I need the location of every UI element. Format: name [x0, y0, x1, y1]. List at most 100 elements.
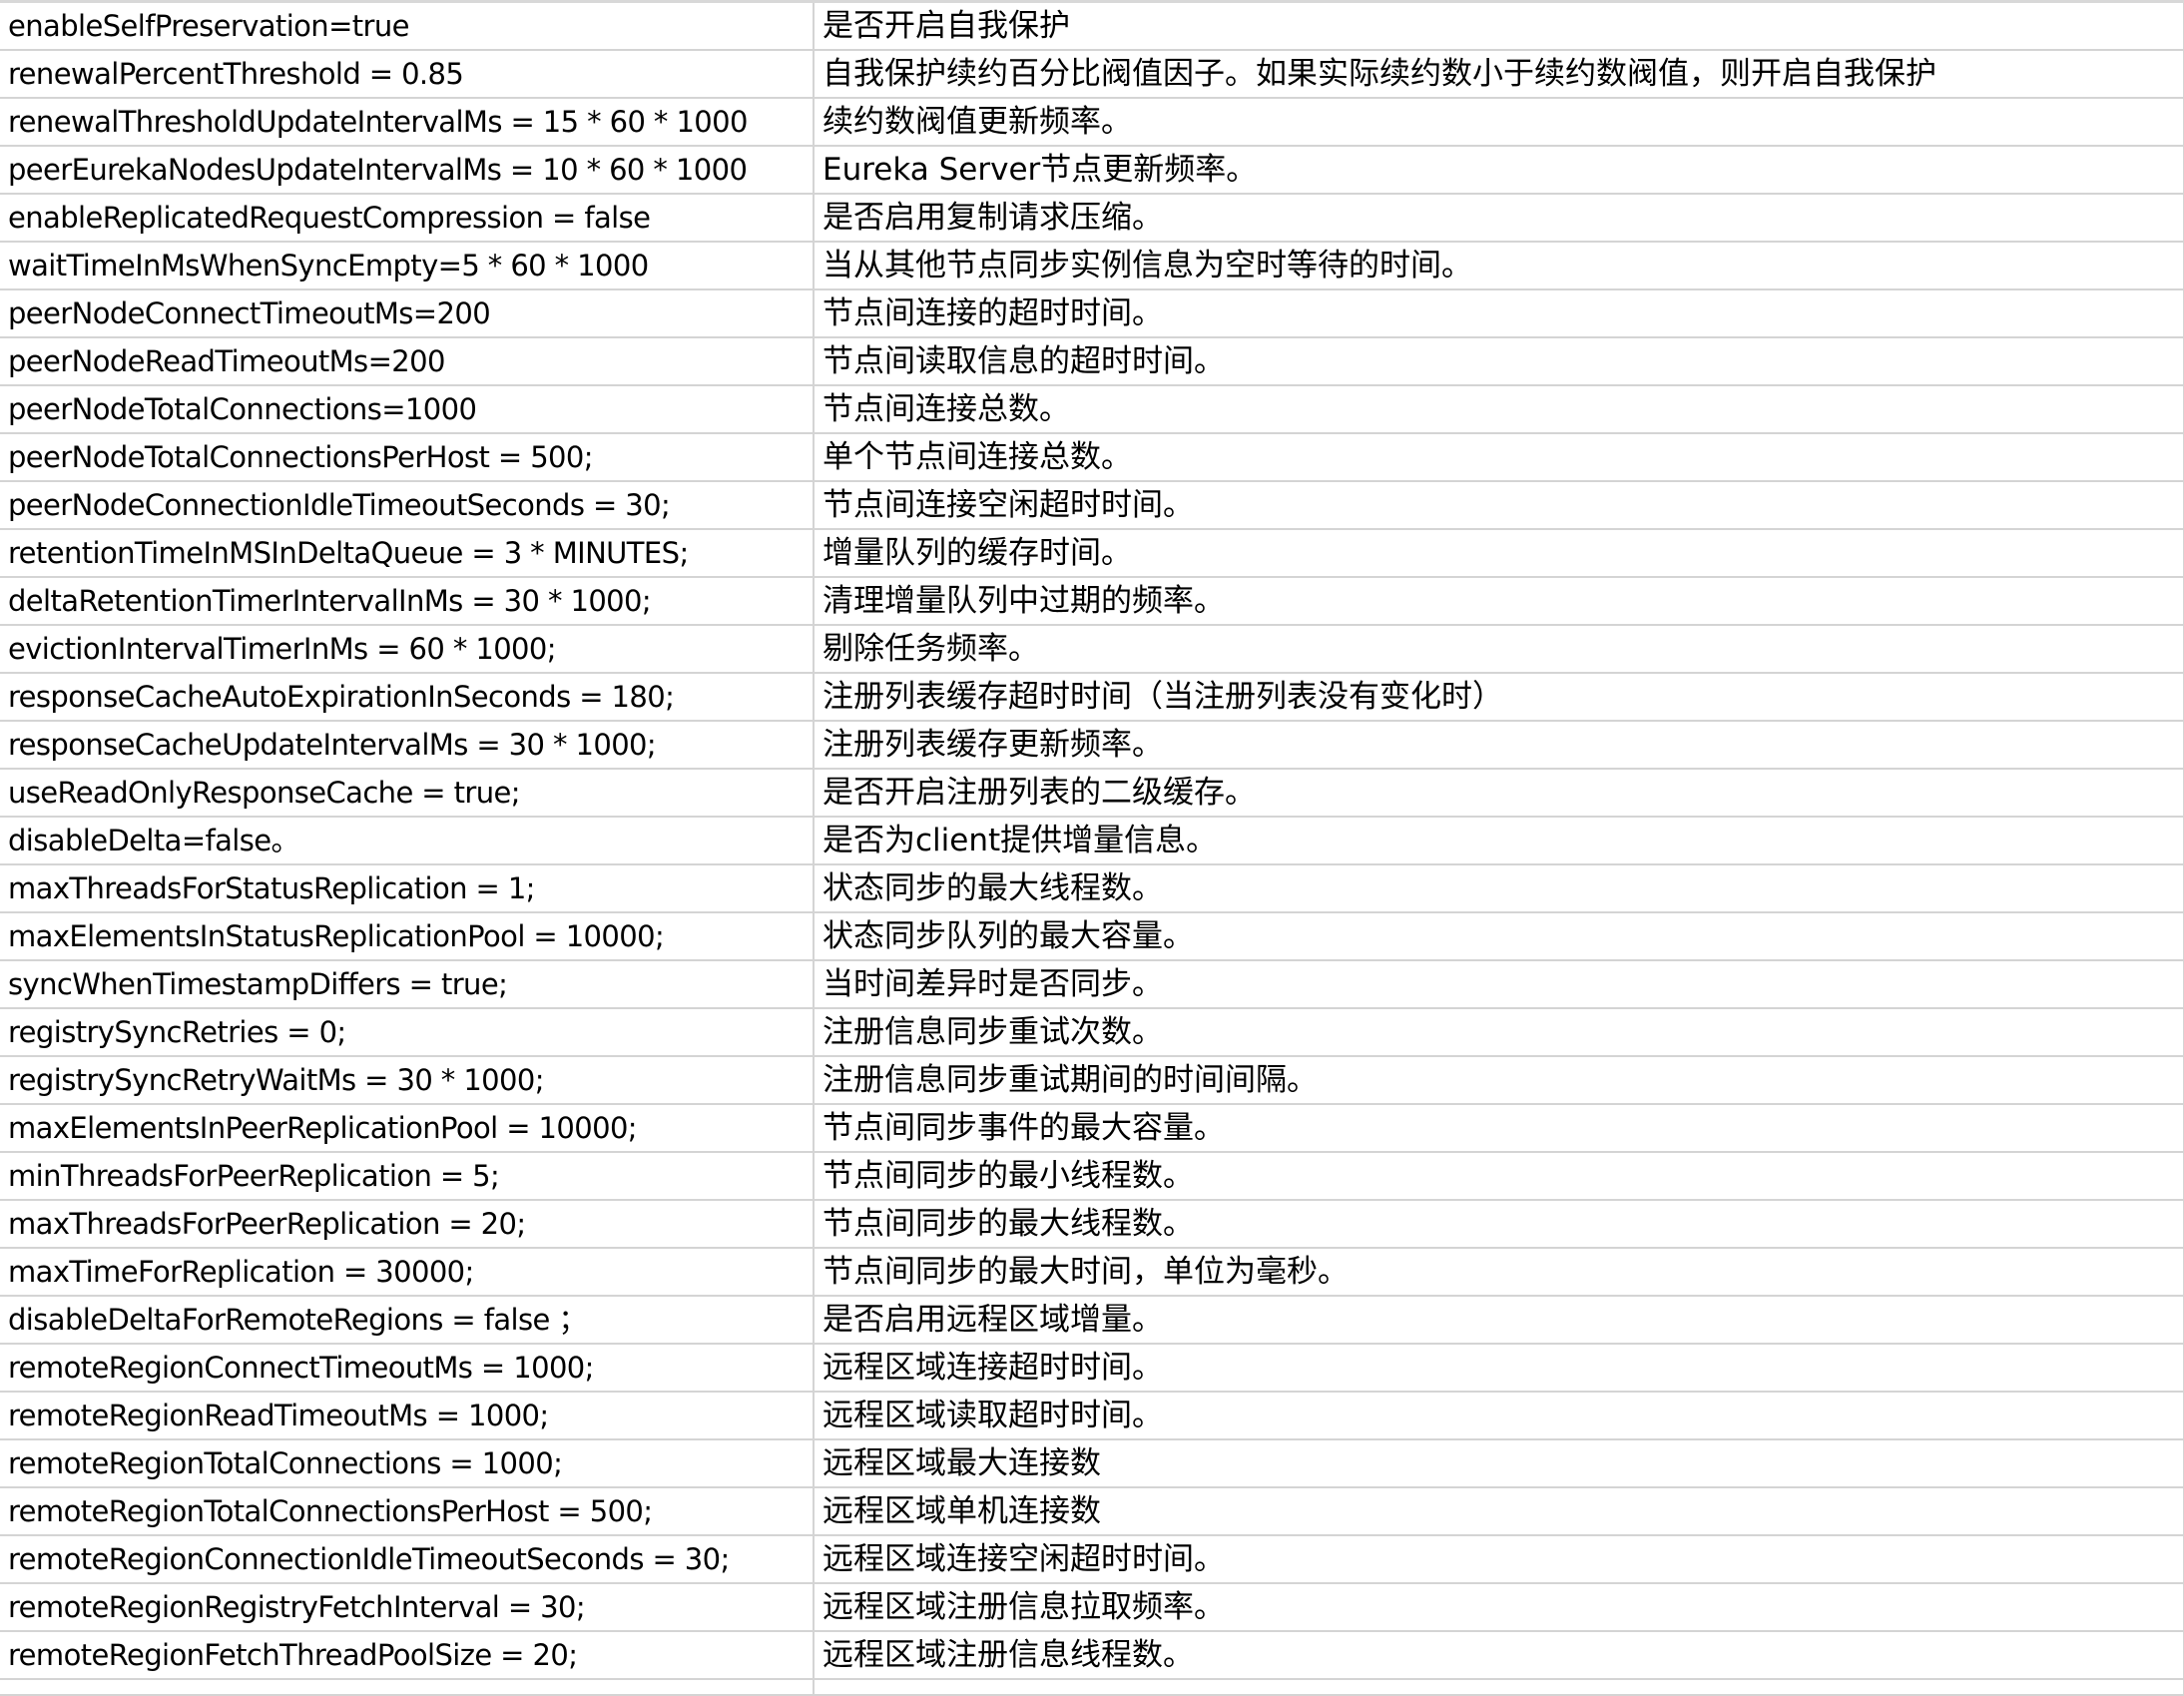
config-key-cell[interactable]: responseCacheAutoExpirationInSeconds = 1… [0, 673, 815, 722]
config-key-cell[interactable]: renewalPercentThreshold = 0.85 [0, 50, 815, 99]
config-description-cell[interactable]: 节点间同步事件的最大容量。 [814, 1104, 2184, 1153]
config-description-cell[interactable]: 续约数阀值更新频率。 [814, 98, 2184, 147]
table-row: deltaRetentionTimerIntervalInMs = 30 * 1… [0, 577, 2184, 626]
config-key-cell[interactable]: maxTimeForReplication = 30000; [0, 1248, 815, 1297]
table-row: disableDeltaForRemoteRegions = false ；是否… [0, 1296, 2184, 1345]
config-key-cell[interactable]: peerEurekaNodesUpdateIntervalMs = 10 * 6… [0, 146, 815, 195]
config-description-cell[interactable]: 剔除任务频率。 [814, 625, 2184, 674]
table-row: waitTimeInMsWhenSyncEmpty=5 * 60 * 1000 当… [0, 242, 2184, 290]
table-row: remoteRegionTotalConnections = 1000; 远程区域… [0, 1439, 2184, 1488]
table-row: minThreadsForPeerReplication = 5; 节点间同步的最… [0, 1152, 2184, 1201]
table-row: maxElementsInPeerReplicationPool = 10000… [0, 1104, 2184, 1153]
config-key-cell[interactable]: remoteRegionRegistryFetchInterval = 30; [0, 1583, 815, 1632]
config-description-cell[interactable]: 注册列表缓存更新频率。 [814, 721, 2184, 770]
config-key-cell[interactable]: useReadOnlyResponseCache = true; [0, 769, 815, 818]
config-key-cell[interactable]: syncWhenTimestampDiffers = true; [0, 960, 815, 1009]
config-key-cell[interactable]: retentionTimeInMSInDeltaQueue = 3 * MINU… [0, 529, 815, 578]
config-table-body: enableSelfPreservation=true 是否开启自我保护 renew… [0, 1, 2184, 1696]
table-row: remoteRegionConnectionIdleTimeoutSeconds… [0, 1535, 2184, 1584]
table-row: registrySyncRetryWaitMs = 30 * 1000; 注册信息… [0, 1056, 2184, 1105]
config-description-cell[interactable]: 远程区域读取超时时间。 [814, 1392, 2184, 1440]
config-description-cell[interactable]: 注册信息同步重试期间的时间间隔。 [814, 1056, 2184, 1105]
table-row: disableDelta=false。 是否为client提供增量信息。 [0, 817, 2184, 865]
config-description-cell[interactable]: 单个节点间连接总数。 [814, 433, 2184, 482]
config-description-cell[interactable]: 节点间读取信息的超时时间。 [814, 337, 2184, 386]
config-key-cell[interactable]: maxElementsInStatusReplicationPool = 100… [0, 912, 815, 961]
config-description-cell[interactable]: 增量队列的缓存时间。 [814, 529, 2184, 578]
config-description-cell[interactable]: 是否为client提供增量信息。 [814, 817, 2184, 865]
config-table: enableSelfPreservation=true 是否开启自我保护 renew… [0, 0, 2184, 1696]
config-key-cell[interactable]: deltaRetentionTimerIntervalInMs = 30 * 1… [0, 577, 815, 626]
table-row: remoteRegionRegistryFetchInterval = 30; 远… [0, 1583, 2184, 1632]
config-description-cell[interactable]: 是否开启注册列表的二级缓存。 [814, 769, 2184, 818]
table-row: peerNodeConnectionIdleTimeoutSeconds = 3… [0, 481, 2184, 530]
config-key-cell[interactable]: maxElementsInPeerReplicationPool = 10000… [0, 1104, 815, 1153]
config-description-cell[interactable]: 当时间差异时是否同步。 [814, 960, 2184, 1009]
table-row: peerEurekaNodesUpdateIntervalMs = 10 * 6… [0, 146, 2184, 195]
config-key-cell[interactable]: remoteRegionFetchThreadPoolSize = 20; [0, 1631, 815, 1680]
config-key-cell[interactable]: remoteRegionReadTimeoutMs = 1000; [0, 1392, 815, 1440]
config-key-cell[interactable]: peerNodeConnectTimeoutMs=200 [0, 289, 815, 338]
config-key-cell[interactable]: evictionIntervalTimerInMs = 60 * 1000; [0, 625, 815, 674]
config-description-cell[interactable]: 是否启用复制请求压缩。 [814, 194, 2184, 243]
config-description-cell[interactable]: 自我保护续约百分比阀值因子。如果实际续约数小于续约数阀值，则开启自我保护 [814, 50, 2184, 99]
config-description-cell[interactable]: 节点间连接的超时时间。 [814, 289, 2184, 338]
config-description-cell[interactable]: 状态同步的最大线程数。 [814, 864, 2184, 913]
config-description-cell[interactable]: 节点间连接总数。 [814, 385, 2184, 434]
table-row: responseCacheUpdateIntervalMs = 30 * 100… [0, 721, 2184, 770]
config-key-cell[interactable]: remoteRegionConnectTimeoutMs = 1000; [0, 1344, 815, 1393]
config-key-cell[interactable]: peerNodeTotalConnectionsPerHost = 500; [0, 433, 815, 482]
table-row: remoteRegionFetchThreadPoolSize = 20; 远程区… [0, 1631, 2184, 1680]
config-description-cell[interactable]: 远程区域注册信息线程数。 [814, 1631, 2184, 1680]
table-row: maxTimeForReplication = 30000; 节点间同步的最大时间… [0, 1248, 2184, 1297]
config-key-cell[interactable]: remoteRegionTotalConnectionsPerHost = 50… [0, 1487, 815, 1536]
table-row: peerNodeTotalConnections=1000 节点间连接总数。 [0, 385, 2184, 434]
config-key-cell[interactable]: remoteRegionConnectionIdleTimeoutSeconds… [0, 1535, 815, 1584]
config-key-cell[interactable]: waitTimeInMsWhenSyncEmpty=5 * 60 * 1000 [0, 242, 815, 290]
config-description-cell[interactable]: 远程区域注册信息拉取频率。 [814, 1583, 2184, 1632]
config-description-cell[interactable]: 远程区域连接空闲超时时间。 [814, 1535, 2184, 1584]
config-key-cell[interactable]: enableSelfPreservation=true [0, 1, 815, 51]
config-key-cell[interactable]: minThreadsForPeerReplication = 5; [0, 1152, 815, 1201]
table-row: maxThreadsForPeerReplication = 20; 节点间同步的… [0, 1200, 2184, 1249]
table-row: maxThreadsForStatusReplication = 1; 状态同步的… [0, 864, 2184, 913]
config-key-cell[interactable]: peerNodeConnectionIdleTimeoutSeconds = 3… [0, 481, 815, 530]
config-key-cell[interactable]: disableDeltaForRemoteRegions = false ； [0, 1296, 815, 1345]
config-key-cell[interactable]: enableReplicatedRequestCompression = fal… [0, 194, 815, 243]
table-row: enableSelfPreservation=true 是否开启自我保护 [0, 1, 2184, 51]
config-description-cell[interactable]: 注册列表缓存超时时间（当注册列表没有变化时） [814, 673, 2184, 722]
table-row: remoteRegionReadTimeoutMs = 1000; 远程区域读取超… [0, 1392, 2184, 1440]
config-description-cell[interactable]: 节点间同步的最大时间，单位为毫秒。 [814, 1248, 2184, 1297]
config-key-cell[interactable]: peerNodeTotalConnections=1000 [0, 385, 815, 434]
config-description-cell[interactable]: 当从其他节点同步实例信息为空时等待的时间。 [814, 242, 2184, 290]
config-key-cell[interactable]: registrySyncRetries = 0; [0, 1008, 815, 1057]
table-row: retentionTimeInMSInDeltaQueue = 3 * MINU… [0, 529, 2184, 578]
config-key-cell[interactable]: responseCacheUpdateIntervalMs = 30 * 100… [0, 721, 815, 770]
config-description-cell[interactable]: 节点间同步的最小线程数。 [814, 1152, 2184, 1201]
empty-cell[interactable] [0, 1679, 815, 1696]
config-key-cell[interactable]: maxThreadsForStatusReplication = 1; [0, 864, 815, 913]
config-description-cell[interactable]: 是否开启自我保护 [814, 1, 2184, 51]
config-description-cell[interactable]: 注册信息同步重试次数。 [814, 1008, 2184, 1057]
config-description-cell[interactable]: 节点间同步的最大线程数。 [814, 1200, 2184, 1249]
table-row: registrySyncRetries = 0; 注册信息同步重试次数。 [0, 1008, 2184, 1057]
config-key-cell[interactable]: remoteRegionTotalConnections = 1000; [0, 1439, 815, 1488]
config-key-cell[interactable]: renewalThresholdUpdateIntervalMs = 15 * … [0, 98, 815, 147]
table-row: peerNodeTotalConnectionsPerHost = 500; 单个… [0, 433, 2184, 482]
config-description-cell[interactable]: 远程区域连接超时时间。 [814, 1344, 2184, 1393]
config-description-cell[interactable]: 节点间连接空闲超时时间。 [814, 481, 2184, 530]
config-key-cell[interactable]: disableDelta=false。 [0, 817, 815, 865]
config-description-cell[interactable]: 清理增量队列中过期的频率。 [814, 577, 2184, 626]
config-description-cell[interactable]: 是否启用远程区域增量。 [814, 1296, 2184, 1345]
config-description-cell[interactable]: 远程区域最大连接数 [814, 1439, 2184, 1488]
table-row: renewalPercentThreshold = 0.85 自我保护续约百分比阀… [0, 50, 2184, 99]
config-key-cell[interactable]: registrySyncRetryWaitMs = 30 * 1000; [0, 1056, 815, 1105]
table-row: peerNodeReadTimeoutMs=200 节点间读取信息的超时时间。 [0, 337, 2184, 386]
config-description-cell[interactable]: 状态同步队列的最大容量。 [814, 912, 2184, 961]
table-row: remoteRegionTotalConnectionsPerHost = 50… [0, 1487, 2184, 1536]
config-description-cell[interactable]: Eureka Server节点更新频率。 [814, 146, 2184, 195]
empty-cell[interactable] [814, 1679, 2184, 1696]
config-description-cell[interactable]: 远程区域单机连接数 [814, 1487, 2184, 1536]
config-key-cell[interactable]: peerNodeReadTimeoutMs=200 [0, 337, 815, 386]
config-key-cell[interactable]: maxThreadsForPeerReplication = 20; [0, 1200, 815, 1249]
